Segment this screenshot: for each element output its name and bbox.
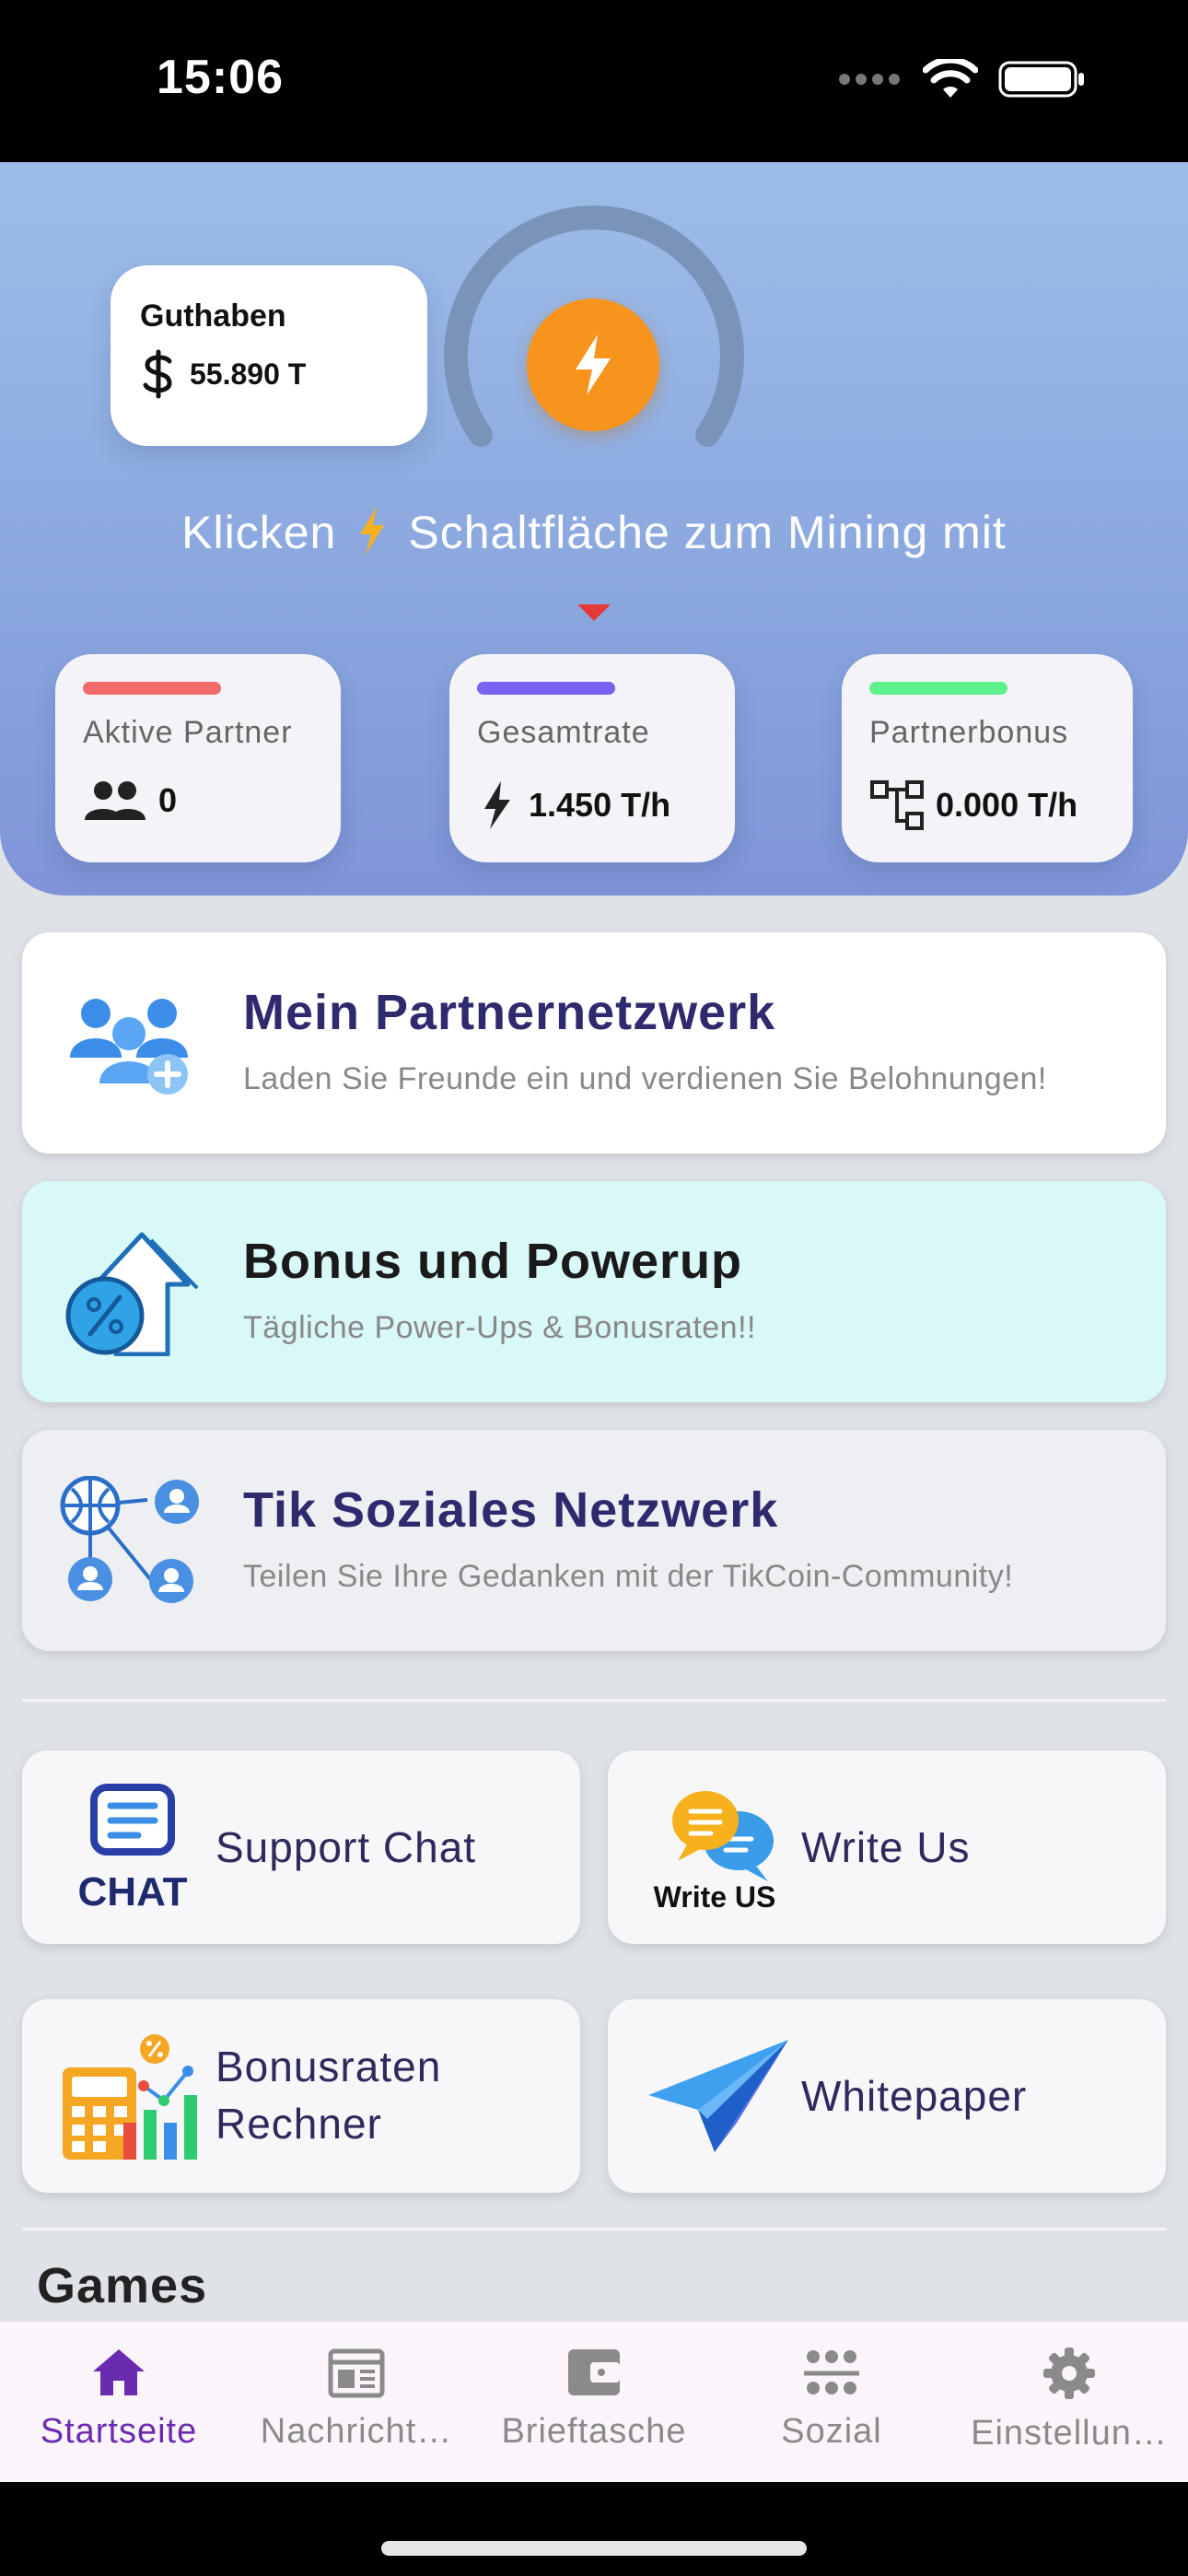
- hint-text-right: Schaltfläche zum Mining mit: [408, 507, 1007, 559]
- mining-hint: Klicken Schaltfläche zum Mining mit: [0, 505, 1188, 568]
- nav-label: Startseite: [40, 2412, 198, 2451]
- stat-value: 1.450 T/h: [529, 786, 671, 824]
- nav-news[interactable]: Nachricht…: [246, 2346, 467, 2452]
- stat-active-partners: Aktive Partner 0: [55, 654, 341, 862]
- whitepaper-tile[interactable]: Whitepaper: [608, 1999, 1166, 2193]
- status-bar: 15:06: [0, 0, 1188, 162]
- nav-label: Sozial: [781, 2412, 882, 2451]
- calculator-label: Bonusraten Rechner: [215, 2038, 441, 2152]
- feature-title: Tik Soziales Netzwerk: [243, 1482, 779, 1538]
- chat-icon-text: CHAT: [78, 1869, 188, 1913]
- divider: [22, 2228, 1166, 2231]
- home-icon: [93, 2349, 145, 2395]
- feature-partner-network[interactable]: Mein Partnernetzwerk Laden Sie Freunde e…: [22, 932, 1166, 1153]
- feature-title: Bonus und Powerup: [243, 1234, 742, 1289]
- balance-title: Guthaben: [140, 299, 286, 334]
- balance-value: 55.890 T: [190, 357, 307, 391]
- bottom-navigation: Startseite Nachricht… Brieftasche Sozial: [0, 2322, 1188, 2482]
- calculator-icon: [63, 2034, 197, 2160]
- stat-value: 0: [158, 781, 178, 819]
- paper-plane-icon: [648, 2040, 788, 2152]
- battery-icon: [998, 61, 1084, 98]
- pointer-arrow-icon: [577, 604, 611, 621]
- status-icons: [838, 59, 1087, 100]
- feature-subtitle: Laden Sie Freunde ein und verdienen Sie …: [243, 1061, 1047, 1096]
- stat-label: Aktive Partner: [83, 715, 293, 750]
- nav-social[interactable]: Sozial: [721, 2346, 942, 2452]
- powerup-icon: [65, 1232, 199, 1356]
- stat-partner-bonus: Partnerbonus 0.000 T/h: [842, 654, 1133, 862]
- stat-bar: [869, 682, 1007, 695]
- news-icon: [328, 2348, 385, 2398]
- feature-subtitle: Teilen Sie Ihre Gedanken mit der TikCoin…: [243, 1559, 1014, 1594]
- stat-bar: [83, 682, 221, 695]
- whitepaper-label: Whitepaper: [801, 2072, 1028, 2120]
- balance-card: Guthaben 55.890 T: [111, 265, 427, 446]
- dollar-icon: [143, 349, 172, 399]
- write-us-icon: Write US: [654, 1791, 776, 1913]
- network-icon: [870, 780, 924, 830]
- social-icon: [804, 2350, 859, 2395]
- write-us-tile[interactable]: Write US Write Us: [608, 1751, 1166, 1944]
- people-icon: [85, 781, 146, 820]
- mining-button[interactable]: [527, 299, 659, 431]
- nav-label: Nachricht…: [260, 2412, 453, 2451]
- nav-label: Einstellun…: [971, 2414, 1168, 2453]
- calculator-label-line2: Rechner: [215, 2100, 382, 2148]
- support-chat-label: Support Chat: [215, 1823, 477, 1871]
- nav-wallet[interactable]: Brieftasche: [483, 2346, 705, 2452]
- wifi-icon: [923, 59, 978, 98]
- bolt-icon: [576, 334, 611, 395]
- social-network-icon: [60, 1476, 199, 1603]
- feature-social-network[interactable]: Tik Soziales Netzwerk Teilen Sie Ihre Ge…: [22, 1430, 1166, 1651]
- stat-bar: [477, 682, 615, 695]
- write-us-label: Write Us: [801, 1823, 971, 1871]
- feature-title: Mein Partnernetzwerk: [243, 985, 776, 1040]
- cellular-signal-icon: [839, 74, 900, 85]
- feature-subtitle: Tägliche Power-Ups & Bonusraten!!: [243, 1310, 756, 1345]
- chat-icon: CHAT: [78, 1784, 188, 1913]
- status-time: 15:06: [157, 51, 284, 104]
- stat-label: Partnerbonus: [869, 715, 1069, 750]
- settings-icon: [1043, 2348, 1095, 2399]
- games-section-title: Games: [37, 2258, 208, 2313]
- stat-label: Gesamtrate: [477, 715, 650, 750]
- home-indicator[interactable]: [381, 2541, 807, 2556]
- stat-value: 0.000 T/h: [936, 786, 1078, 824]
- partner-network-icon: [70, 999, 188, 1095]
- nav-label: Brieftasche: [501, 2412, 687, 2451]
- nav-settings[interactable]: Einstellun…: [959, 2346, 1180, 2453]
- feature-bonus-powerup[interactable]: Bonus und Powerup Tägliche Power-Ups & B…: [22, 1181, 1166, 1402]
- wallet-icon: [568, 2349, 620, 2395]
- hint-bolt-icon: [356, 505, 388, 568]
- divider: [22, 1699, 1166, 1702]
- mining-hero: Guthaben 55.890 T Klicken Schaltfläche zu…: [0, 162, 1188, 896]
- write-us-icon-text: Write US: [654, 1880, 776, 1913]
- bolt-icon: [484, 781, 510, 829]
- calculator-tile[interactable]: Bonusraten Rechner: [22, 1999, 580, 2193]
- nav-home[interactable]: Startseite: [8, 2346, 229, 2452]
- hint-text-left: Klicken: [181, 507, 337, 559]
- home-indicator-area: [0, 2482, 1188, 2576]
- stat-total-rate: Gesamtrate 1.450 T/h: [449, 654, 735, 862]
- calculator-label-line1: Bonusraten: [215, 2043, 442, 2090]
- support-chat-tile[interactable]: CHAT Support Chat: [22, 1751, 580, 1944]
